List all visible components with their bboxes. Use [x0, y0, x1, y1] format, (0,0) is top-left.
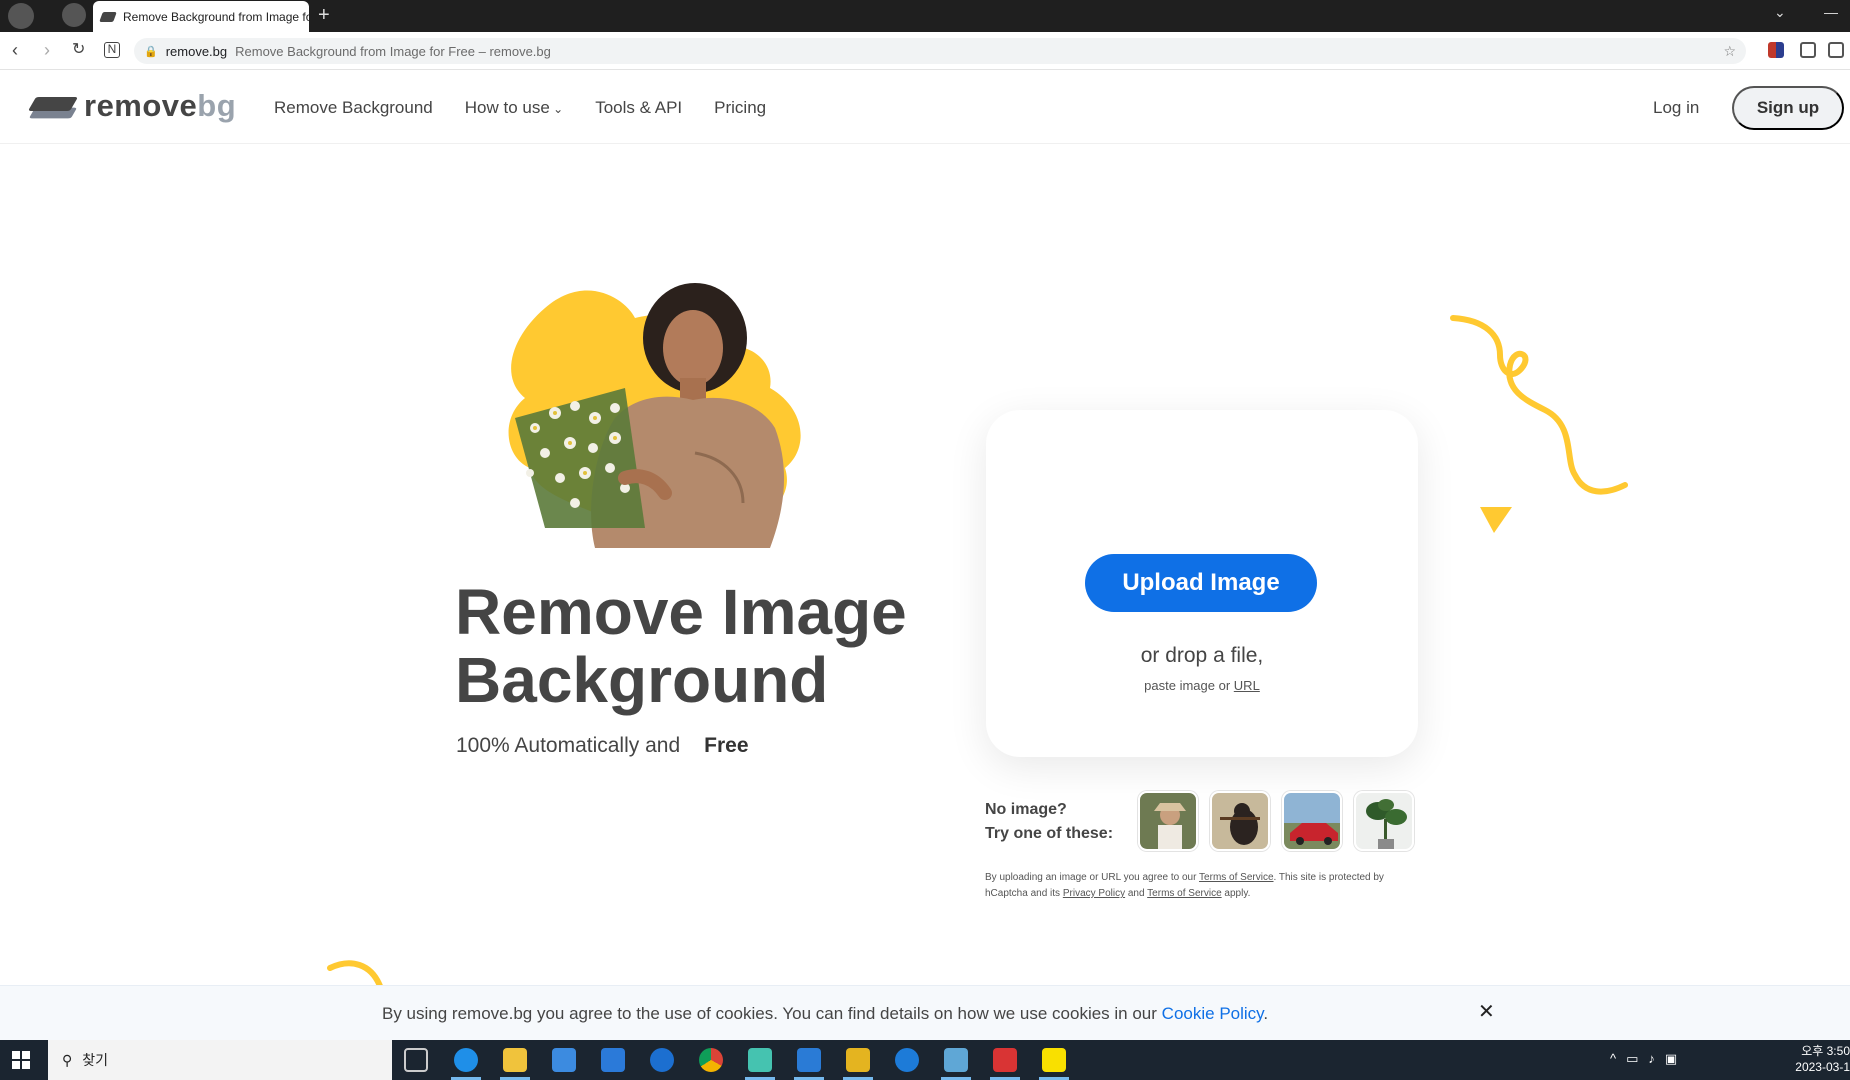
- paste-url-link[interactable]: URL: [1234, 678, 1260, 693]
- cookie-banner: By using remove.bg you agree to the use …: [0, 985, 1850, 1040]
- nav-remove-background[interactable]: Remove Background: [274, 98, 433, 118]
- sample-images-label: No image? Try one of these:: [985, 801, 1114, 842]
- whale-browser-icon[interactable]: [748, 1048, 772, 1072]
- lock-icon: 🔒: [144, 45, 158, 58]
- new-tab-plus-icon[interactable]: +: [318, 4, 330, 26]
- site-header: removebg Remove Background How to use ⌄ …: [0, 71, 1850, 144]
- taskbar-search[interactable]: ⚲ 찾기: [48, 1040, 392, 1080]
- reload-icon[interactable]: ↻: [72, 40, 85, 60]
- system-tray: ^ ▭ ♪ ▣: [1610, 1051, 1677, 1067]
- file-explorer-icon[interactable]: [503, 1048, 527, 1072]
- nav-how-to-use[interactable]: How to use ⌄: [465, 98, 563, 118]
- hcaptcha-terms-link[interactable]: Terms of Service: [1147, 888, 1221, 899]
- vscode-icon[interactable]: [797, 1048, 821, 1072]
- tab-list-chevron-icon[interactable]: ⌄: [1774, 4, 1786, 21]
- tray-expand-icon[interactable]: ^: [1610, 1051, 1616, 1067]
- url-domain: remove.bg: [165, 43, 228, 59]
- decorative-arc: [327, 960, 383, 986]
- decorative-squiggle: [1450, 315, 1628, 495]
- sidebar-toggle-icon[interactable]: [1828, 42, 1844, 58]
- windows-taskbar: ⚲ 찾기 ^ ▭ ♪ ▣ 오후 3:50 2023-03-1: [0, 1040, 1850, 1080]
- upload-image-button[interactable]: Upload Image: [1085, 554, 1317, 612]
- workspace-icon[interactable]: [62, 3, 86, 27]
- hero-woman-with-flowers-image: [508, 283, 801, 548]
- hero-title: Remove Image Background: [455, 576, 907, 716]
- terms-of-service-link[interactable]: Terms of Service: [1199, 872, 1273, 883]
- nav-pricing[interactable]: Pricing: [714, 98, 766, 118]
- edge-browser-icon[interactable]: [454, 1048, 478, 1072]
- bookmark-star-icon[interactable]: ☆: [1723, 43, 1736, 60]
- app-blue-icon[interactable]: [895, 1048, 919, 1072]
- app-red-icon[interactable]: [993, 1048, 1017, 1072]
- back-arrow-icon[interactable]: ‹: [12, 40, 18, 60]
- app-yellow-icon[interactable]: [846, 1048, 870, 1072]
- logo-layers-icon: [27, 90, 79, 122]
- minimize-window-icon[interactable]: —: [1824, 4, 1838, 20]
- browser-tab-bar: Remove Background from Image for Free – …: [0, 0, 1850, 32]
- network-icon[interactable]: ▭: [1626, 1051, 1638, 1067]
- forward-arrow-icon[interactable]: ›: [44, 40, 50, 60]
- nav-tools-api[interactable]: Tools & API: [595, 98, 682, 118]
- sample-images: [1138, 791, 1414, 851]
- profile-avatar[interactable]: [8, 3, 34, 29]
- drop-file-text: or drop a file,: [1140, 644, 1264, 667]
- free-badge: Free: [690, 730, 762, 762]
- logo-text: removebg: [84, 88, 237, 123]
- chevron-down-icon: ⌄: [549, 102, 564, 116]
- upload-legal-notice: By uploading an image or URL you agree t…: [985, 872, 1384, 899]
- sample-plant-thumbnail[interactable]: [1354, 791, 1414, 851]
- task-view-icon[interactable]: [404, 1048, 428, 1072]
- mail-icon[interactable]: [601, 1048, 625, 1072]
- sample-dog-thumbnail[interactable]: [1210, 791, 1270, 851]
- notification-icon[interactable]: ▣: [1665, 1051, 1677, 1067]
- cookie-policy-link[interactable]: Cookie Policy: [1162, 1004, 1264, 1023]
- privacy-policy-link[interactable]: Privacy Policy: [1063, 888, 1125, 899]
- address-bar: ‹ › ↻ N 🔒 remove.bg Remove Background fr…: [0, 32, 1850, 70]
- removebg-favicon-icon: [99, 11, 117, 22]
- volume-icon[interactable]: ♪: [1648, 1051, 1655, 1067]
- tab-title: Remove Background from Image for Free – …: [123, 9, 309, 24]
- chrome-icon[interactable]: [699, 1048, 723, 1072]
- naver-n-icon[interactable]: N: [104, 42, 120, 58]
- main-nav: Remove Background How to use ⌄ Tools & A…: [274, 98, 766, 118]
- internet-explorer-icon[interactable]: [650, 1048, 674, 1072]
- windows-start-icon[interactable]: [12, 1051, 30, 1069]
- kakaotalk-icon[interactable]: [1042, 1048, 1066, 1072]
- login-link[interactable]: Log in: [1653, 98, 1699, 118]
- signup-button[interactable]: Sign up: [1732, 86, 1844, 130]
- store-icon[interactable]: [552, 1048, 576, 1072]
- removebg-logo[interactable]: removebg: [27, 88, 237, 124]
- taskbar-clock[interactable]: 오후 3:50 2023-03-1: [1790, 1043, 1850, 1075]
- translate-extension-icon[interactable]: [1768, 42, 1784, 58]
- cookie-text: By using remove.bg you agree to the use …: [382, 1004, 1269, 1023]
- close-icon[interactable]: ✕: [1478, 999, 1495, 1024]
- search-icon: ⚲: [62, 1051, 73, 1068]
- sample-car-thumbnail[interactable]: [1282, 791, 1342, 851]
- hero-subtitle: 100% Automatically and Free: [456, 730, 763, 762]
- decorative-triangle: [1480, 507, 1512, 533]
- url-field[interactable]: 🔒 remove.bg Remove Background from Image…: [134, 38, 1746, 64]
- notepad-icon[interactable]: [944, 1048, 968, 1072]
- browser-tab[interactable]: Remove Background from Image for Free – …: [93, 1, 309, 32]
- upload-dropzone[interactable]: Upload Image or drop a file, paste image…: [986, 410, 1418, 757]
- paste-hint: paste image or URL: [1144, 678, 1260, 693]
- url-page-title: Remove Background from Image for Free – …: [235, 43, 551, 59]
- sample-woman-thumbnail[interactable]: [1138, 791, 1198, 851]
- screenshot-extension-icon[interactable]: [1800, 42, 1816, 58]
- taskbar-search-label: 찾기: [82, 1052, 109, 1068]
